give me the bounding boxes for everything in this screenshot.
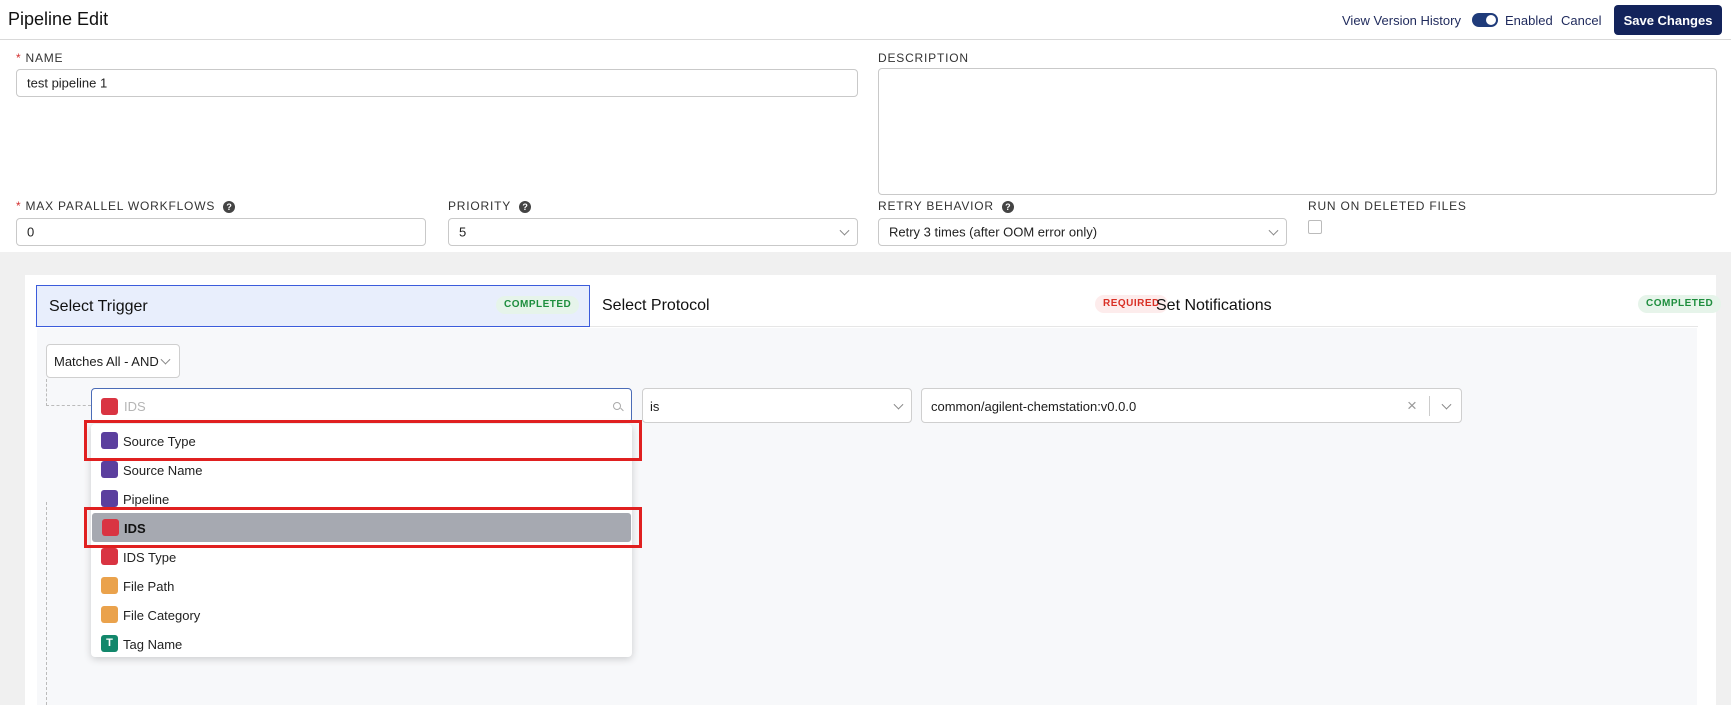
priority-value: 5 [459, 224, 467, 240]
field-select-input[interactable]: IDS [91, 388, 632, 423]
tree-connector [46, 379, 47, 406]
tag-category-icon: T [101, 635, 118, 652]
ids-category-icon [101, 548, 118, 565]
name-label-text: NAME [25, 51, 64, 65]
close-icon[interactable]: × [1407, 397, 1417, 414]
step-title: Select Protocol [602, 297, 710, 314]
file-category-icon [101, 606, 118, 623]
priority-select[interactable]: 5 [448, 218, 858, 246]
source-category-icon [101, 432, 118, 449]
view-version-history-link[interactable]: View Version History [1342, 13, 1461, 28]
page-title: Pipeline Edit [8, 9, 109, 29]
help-icon[interactable]: ? [223, 200, 236, 213]
chevron-down-icon [893, 399, 904, 410]
description-label: DESCRIPTION [878, 51, 969, 65]
priority-label: PRIORITY? [448, 199, 532, 213]
option-label: Source Type [123, 434, 196, 449]
option-source-type[interactable]: Source Type [91, 426, 632, 455]
source-category-icon [101, 490, 118, 507]
chevron-down-icon [839, 225, 850, 236]
max-parallel-input[interactable]: 0 [16, 218, 426, 246]
chevron-down-icon [1268, 225, 1279, 236]
field-dropdown-menu: Source Type Source Name Pipeline IDS IDS… [91, 424, 632, 657]
name-value: test pipeline 1 [27, 75, 108, 91]
cancel-button[interactable]: Cancel [1561, 13, 1601, 28]
option-pipeline[interactable]: Pipeline [91, 484, 632, 513]
required-mark: * [16, 51, 22, 65]
retry-behavior-label: RETRY BEHAVIOR? [878, 199, 1014, 213]
field-placeholder: IDS [124, 399, 146, 414]
option-tag-name[interactable]: T Tag Name [91, 629, 632, 658]
max-parallel-label: * MAX PARALLEL WORKFLOWS? [16, 199, 236, 213]
tab-set-notifications[interactable]: Set Notifications COMPLETED [1144, 285, 1722, 327]
option-label: File Path [123, 579, 175, 594]
option-label: IDS Type [123, 550, 177, 565]
ids-category-icon [102, 519, 119, 536]
retry-label-text: RETRY BEHAVIOR [878, 199, 994, 213]
tab-select-trigger[interactable]: Select Trigger COMPLETED [36, 285, 590, 327]
ids-category-icon [101, 398, 118, 415]
tab-select-protocol[interactable]: Select Protocol REQUIRED [590, 285, 1168, 327]
value-text: common/agilent-chemstation:v0.0.0 [931, 399, 1137, 414]
source-category-icon [101, 461, 118, 478]
retry-behavior-select[interactable]: Retry 3 times (after OOM error only) [878, 218, 1287, 246]
option-label: Source Name [123, 463, 203, 478]
page-header: Pipeline Edit View Version History Enabl… [0, 0, 1731, 40]
help-icon[interactable]: ? [519, 200, 532, 213]
option-label: Tag Name [123, 637, 183, 652]
tree-connector [46, 502, 47, 705]
option-label: File Category [123, 608, 201, 623]
enabled-label: Enabled [1505, 13, 1553, 28]
name-label: * NAME [16, 51, 63, 65]
operator-value: is [650, 399, 660, 414]
option-label: Pipeline [123, 492, 170, 507]
retry-value: Retry 3 times (after OOM error only) [889, 224, 1098, 240]
name-input[interactable]: test pipeline 1 [16, 69, 858, 97]
max-parallel-value: 0 [27, 224, 35, 240]
search-icon [613, 402, 621, 410]
option-ids-type[interactable]: IDS Type [91, 542, 632, 571]
option-label: IDS [124, 521, 146, 536]
step-title: Set Notifications [1156, 297, 1272, 314]
steps-tabs: Select Trigger COMPLETED Select Protocol… [35, 285, 1722, 327]
save-changes-button[interactable]: Save Changes [1614, 5, 1722, 35]
description-textarea[interactable] [878, 68, 1717, 195]
priority-label-text: PRIORITY [448, 199, 512, 213]
option-file-category[interactable]: File Category [91, 600, 632, 629]
match-mode-select[interactable]: Matches All - AND [46, 344, 180, 378]
option-source-name[interactable]: Source Name [91, 455, 632, 484]
divider [1429, 396, 1430, 416]
status-badge: COMPLETED [496, 296, 580, 314]
match-mode-value: Matches All - AND [54, 354, 159, 369]
required-mark: * [16, 199, 22, 213]
operator-select[interactable]: is [642, 388, 912, 423]
run-on-deleted-label: RUN ON DELETED FILES [1308, 199, 1467, 213]
enabled-toggle[interactable] [1472, 13, 1498, 27]
chevron-down-icon [160, 354, 171, 365]
help-icon[interactable]: ? [1001, 200, 1014, 213]
run-on-deleted-checkbox[interactable] [1308, 220, 1322, 234]
max-parallel-label-text: MAX PARALLEL WORKFLOWS [25, 199, 216, 213]
step-title: Select Trigger [49, 298, 148, 315]
status-badge: COMPLETED [1638, 295, 1722, 313]
file-category-icon [101, 577, 118, 594]
value-select[interactable]: common/agilent-chemstation:v0.0.0 × [921, 388, 1462, 423]
toggle-knob [1486, 15, 1496, 25]
option-ids[interactable]: IDS [92, 513, 631, 542]
chevron-down-icon[interactable] [1441, 399, 1452, 410]
tree-connector [46, 405, 91, 406]
option-file-path[interactable]: File Path [91, 571, 632, 600]
